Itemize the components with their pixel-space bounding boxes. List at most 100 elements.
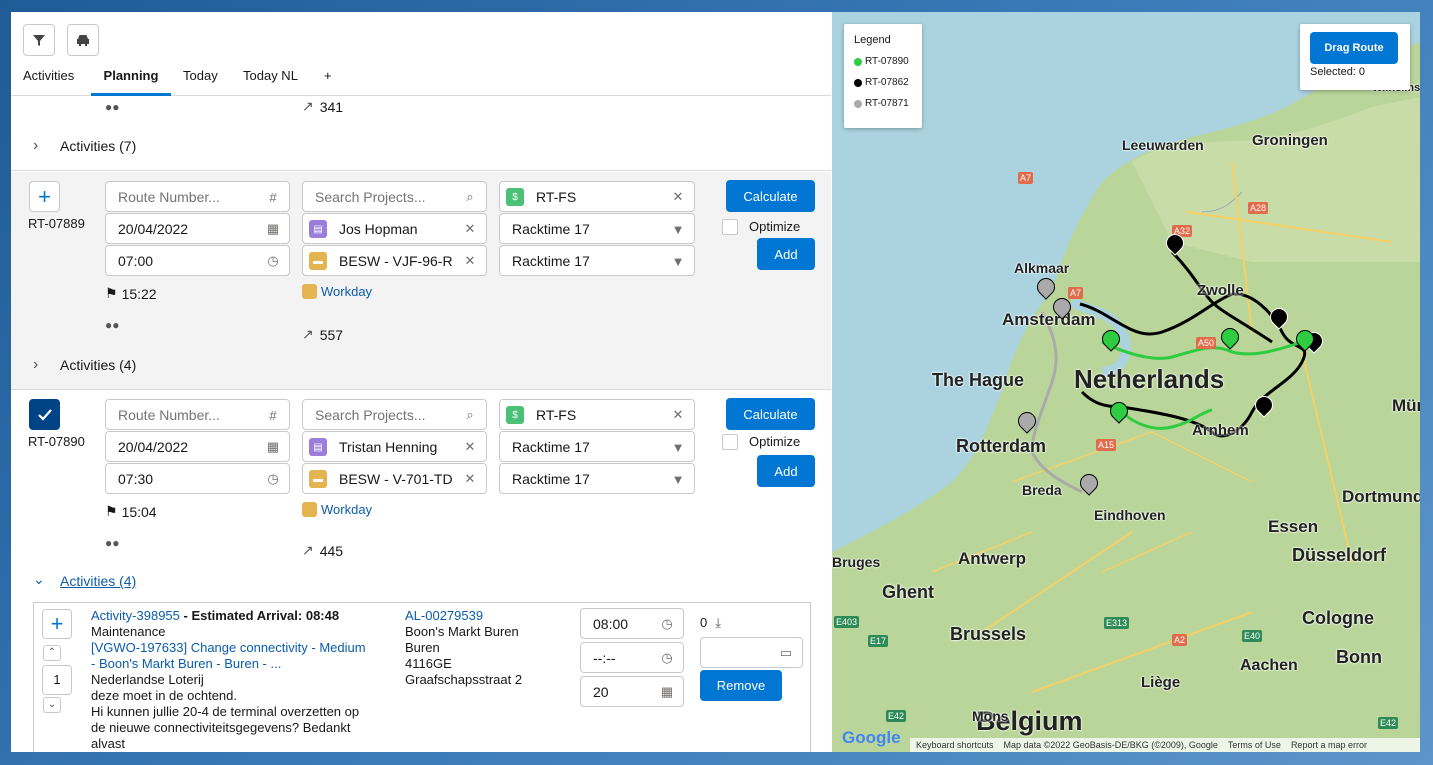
rt-fs-lookup[interactable]: $ RT-FS ✕ bbox=[499, 181, 695, 212]
selected-route-checkbox[interactable] bbox=[29, 399, 60, 430]
map-label: The Hague bbox=[932, 370, 1025, 390]
add-button[interactable]: Add bbox=[757, 455, 815, 487]
tab-today[interactable]: Today bbox=[183, 62, 218, 96]
vehicle-button[interactable] bbox=[67, 24, 99, 56]
chevron-right-icon[interactable]: › bbox=[33, 356, 38, 374]
racktime-select-1[interactable]: Racktime 17 ▼ bbox=[499, 431, 695, 462]
chevron-down-icon[interactable]: ⌄ bbox=[33, 571, 45, 588]
tab-today-nl[interactable]: Today NL bbox=[243, 62, 298, 96]
map-label: Alkmaar bbox=[1014, 260, 1070, 276]
road-label: A7 bbox=[1068, 287, 1084, 299]
start-time-input[interactable]: 07:00 ◷ bbox=[105, 245, 290, 276]
filter-button[interactable] bbox=[23, 24, 55, 56]
search-icon: ⌕ bbox=[466, 407, 474, 422]
calculate-button[interactable]: Calculate bbox=[726, 180, 815, 212]
add-button[interactable]: Add bbox=[757, 238, 815, 270]
selected-count: Selected: 0 bbox=[1310, 66, 1366, 78]
keyboard-shortcuts-link[interactable]: Keyboard shortcuts bbox=[916, 740, 994, 750]
racktime-select-2[interactable]: Racktime 17 ▼ bbox=[499, 245, 695, 276]
technician-lookup[interactable]: ▤ Jos Hopman ✕ bbox=[302, 213, 487, 244]
route-number-input[interactable]: Route Number... # bbox=[105, 399, 290, 430]
racktime-select-1[interactable]: Racktime 17 ▼ bbox=[499, 213, 695, 244]
technician-lookup[interactable]: ▤ Tristan Henning ✕ bbox=[302, 431, 487, 462]
racktime-select-2[interactable]: Racktime 17 ▼ bbox=[499, 463, 695, 494]
location-name: Boon's Markt Buren bbox=[405, 624, 519, 639]
client-name: Nederlandse Loterij bbox=[91, 672, 204, 687]
work-order-link-cont[interactable]: - Boon's Markt Buren - Buren - ... bbox=[91, 656, 391, 672]
map-label: Mons bbox=[972, 708, 1009, 724]
work-order-link[interactable]: [VGWO-197633] Change connectivity - Medi… bbox=[91, 640, 391, 656]
planning-panel: Activities Planning Today Today NL + ●● … bbox=[11, 12, 831, 752]
map-label: Antwerp bbox=[958, 549, 1026, 568]
activity-duration[interactable]: 20 ▦ bbox=[580, 676, 684, 707]
select-route-button[interactable]: + bbox=[29, 181, 60, 212]
move-down-button[interactable]: ⌄ bbox=[43, 697, 61, 713]
road-label: A2 bbox=[1172, 634, 1188, 646]
truck-icon: ▬ bbox=[309, 252, 327, 270]
truck-icon: ▬ bbox=[309, 470, 327, 488]
optimize-checkbox[interactable] bbox=[722, 219, 738, 235]
close-icon[interactable]: ✕ bbox=[670, 407, 686, 423]
download-icon[interactable]: ⤓ bbox=[715, 615, 721, 631]
legend-dot bbox=[854, 78, 862, 87]
amount-input[interactable]: ▭ bbox=[700, 637, 803, 668]
activity-end-time[interactable]: --:-- ◷ bbox=[580, 642, 684, 673]
flag-icon: ⚑ bbox=[105, 503, 118, 519]
calendar-link[interactable]: Workday bbox=[302, 502, 372, 517]
location-link[interactable]: AL-00279539 bbox=[405, 608, 565, 624]
tab-planning[interactable]: Planning bbox=[91, 62, 171, 96]
remove-button[interactable]: Remove bbox=[700, 670, 782, 701]
location-details: AL-00279539 Boon's Markt Buren Buren 411… bbox=[405, 608, 565, 688]
optimize-checkbox[interactable] bbox=[722, 434, 738, 450]
activity-link[interactable]: Activity-398955 bbox=[91, 608, 180, 623]
map-label: Rotterdam bbox=[956, 436, 1047, 456]
map-label: Leeuwarden bbox=[1122, 137, 1204, 153]
tab-add[interactable]: + bbox=[324, 62, 332, 96]
activity-note: alvast bbox=[91, 736, 125, 751]
close-icon[interactable]: ✕ bbox=[670, 189, 686, 205]
activities-section-prev: › Activities (7) bbox=[11, 123, 831, 171]
close-icon[interactable]: ✕ bbox=[462, 253, 478, 269]
project-search-input[interactable]: Search Projects... ⌕ bbox=[302, 181, 487, 212]
calculate-button[interactable]: Calculate bbox=[726, 398, 815, 430]
rt-fs-lookup[interactable]: $ RT-FS ✕ bbox=[499, 399, 695, 430]
date-input[interactable]: 20/04/2022 ▦ bbox=[105, 431, 290, 462]
map-label: Amsterdam bbox=[1002, 310, 1096, 329]
activities-toggle[interactable]: Activities (4) bbox=[60, 573, 136, 589]
add-activity-button[interactable]: + bbox=[42, 609, 72, 639]
map-label: Düsseldorf bbox=[1292, 545, 1387, 565]
route-number-input[interactable]: Route Number... # bbox=[105, 181, 290, 212]
vehicle-lookup[interactable]: ▬ BESW - VJF-96-R · ✕ bbox=[302, 245, 487, 276]
close-icon[interactable]: ✕ bbox=[462, 471, 478, 487]
location-street: Graafschapsstraat 2 bbox=[405, 672, 523, 687]
project-search-input[interactable]: Search Projects... ⌕ bbox=[302, 399, 487, 430]
activities-section-2: ⌄ Activities (4) bbox=[11, 570, 831, 600]
terms-link[interactable]: Terms of Use bbox=[1228, 740, 1281, 750]
route-distance-icon: ↗ bbox=[302, 326, 314, 342]
calendar-icon: ▦ bbox=[266, 439, 280, 454]
comments-icon[interactable]: ●● bbox=[105, 318, 120, 332]
activities-toggle[interactable]: Activities (4) bbox=[60, 357, 136, 373]
vehicle-lookup[interactable]: ▬ BESW - V-701-TD · ✕ bbox=[302, 463, 487, 494]
calendar-link[interactable]: Workday bbox=[302, 284, 372, 299]
close-icon[interactable]: ✕ bbox=[462, 439, 478, 455]
activities-toggle[interactable]: Activities (7) bbox=[60, 138, 136, 154]
contact-icon: ▤ bbox=[309, 220, 327, 238]
date-input[interactable]: 20/04/2022 ▦ bbox=[105, 213, 290, 244]
chevron-right-icon[interactable]: › bbox=[33, 137, 38, 155]
close-icon[interactable]: ✕ bbox=[462, 221, 478, 237]
activity-note: Hi kunnen jullie 20-4 de terminal overze… bbox=[91, 704, 360, 719]
tab-activities[interactable]: Activities bbox=[23, 62, 74, 96]
drag-route-button[interactable]: Drag Route bbox=[1310, 32, 1398, 64]
activity-start-time[interactable]: 08:00 ◷ bbox=[580, 608, 684, 639]
sequence-input[interactable]: 1 bbox=[42, 665, 72, 695]
map-legend: Legend RT-07890 RT-07862 RT-07871 bbox=[844, 24, 922, 128]
clock-icon: ◷ bbox=[661, 616, 673, 631]
route-distance: ↗ 557 bbox=[302, 326, 344, 343]
comments-icon[interactable]: ●● bbox=[105, 536, 120, 550]
road-label: E313 bbox=[1104, 617, 1130, 629]
move-up-button[interactable]: ⌃ bbox=[43, 645, 61, 661]
route-map[interactable]: Leeuwarden Groningen Alkmaar Amsterdam Z… bbox=[832, 12, 1420, 752]
start-time-input[interactable]: 07:30 ◷ bbox=[105, 463, 290, 494]
report-error-link[interactable]: Report a map error bbox=[1291, 740, 1367, 750]
